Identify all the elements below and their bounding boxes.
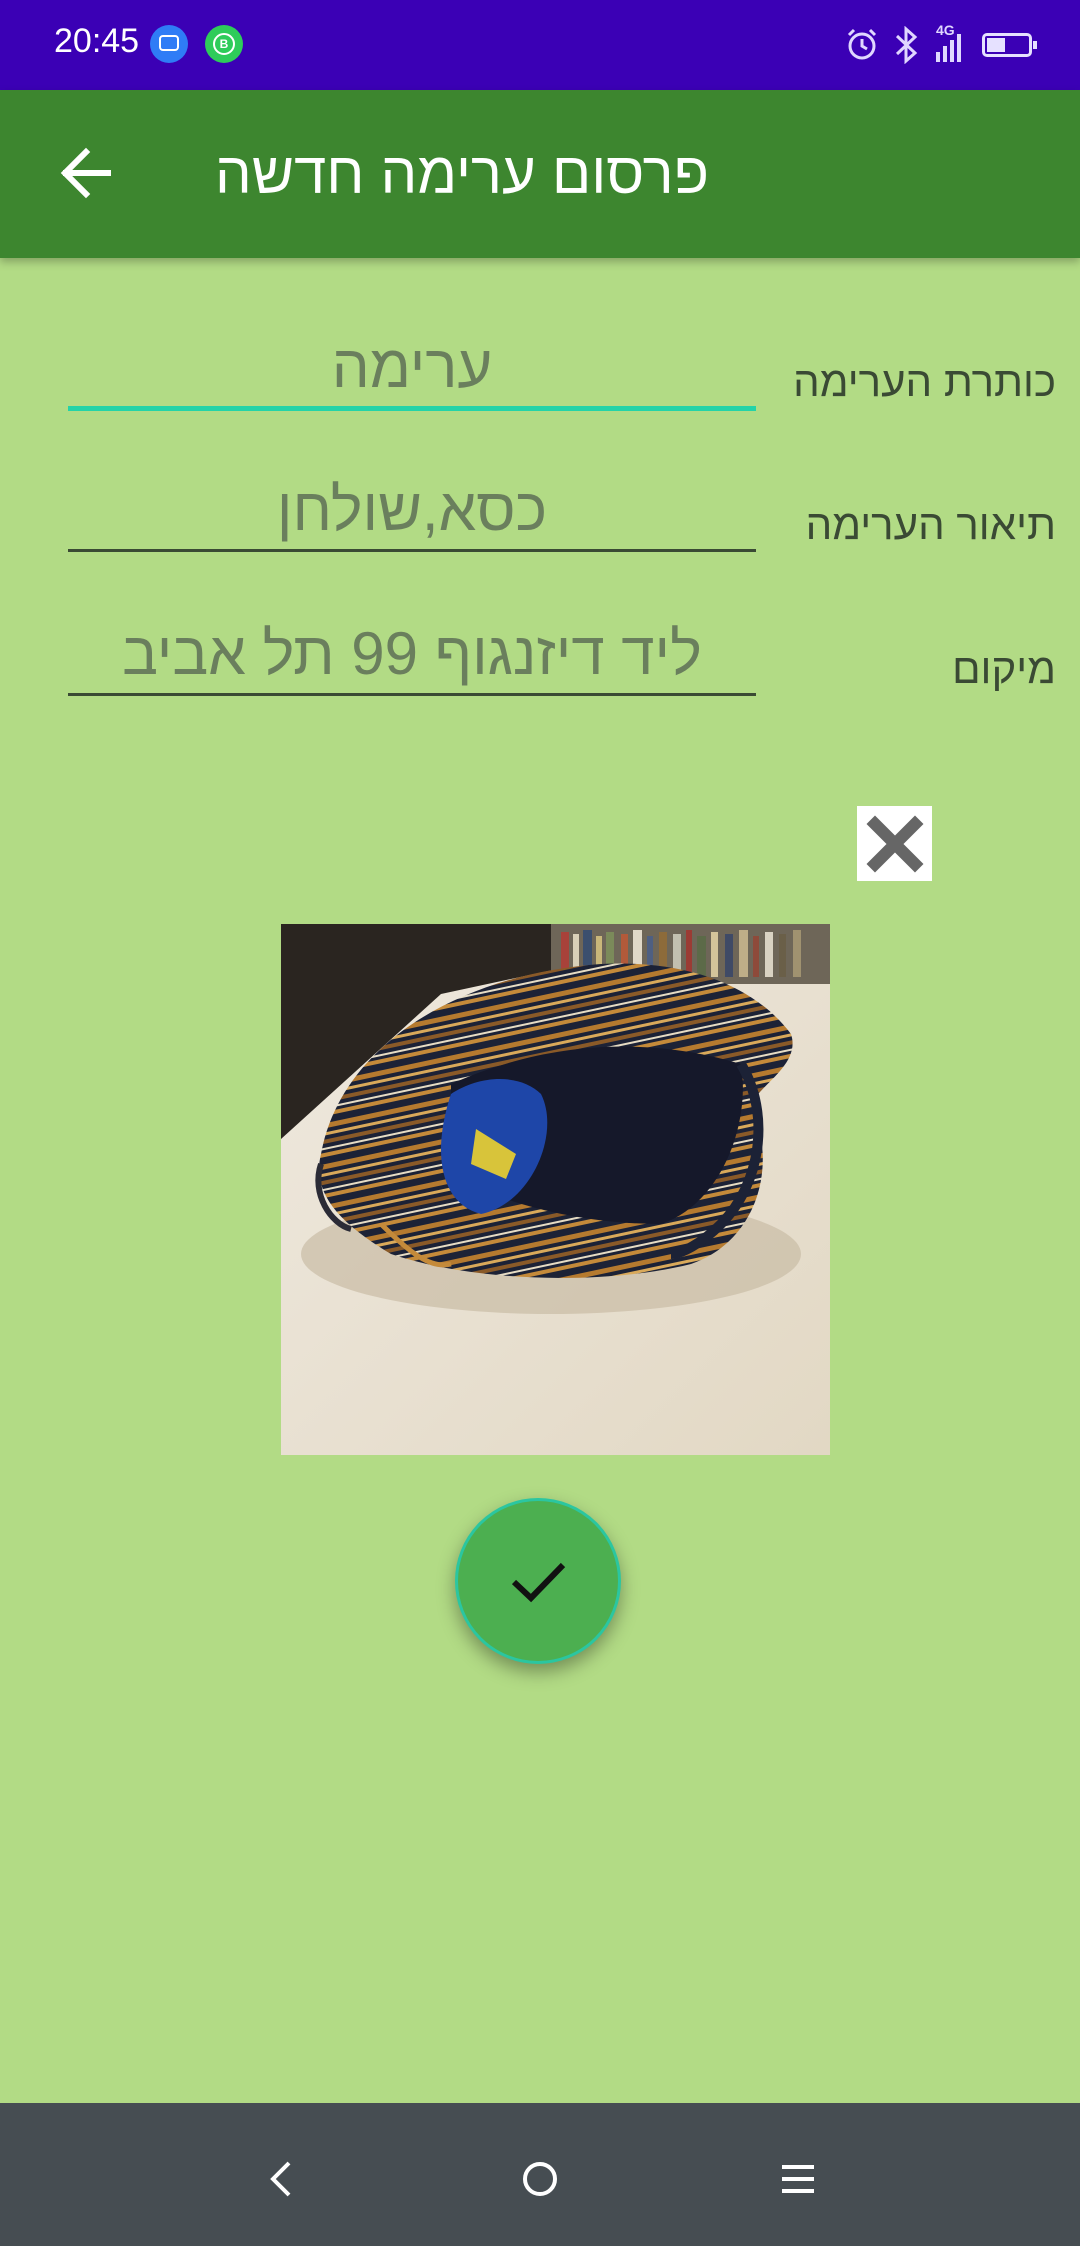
close-icon: [866, 815, 923, 872]
battery-icon: [982, 33, 1037, 57]
nav-home-button[interactable]: [500, 2139, 580, 2219]
title-label: כותרת הערימה: [793, 358, 1056, 405]
bluetooth-icon: [895, 26, 918, 64]
check-icon: [511, 1562, 566, 1603]
pile-photo: [281, 924, 830, 1455]
description-field[interactable]: כסא,שולחן: [68, 473, 756, 552]
location-row: מיקום ליד דיזנגוף 99 תל אביב: [0, 597, 1080, 707]
nav-back-button[interactable]: [242, 2139, 322, 2219]
description-row: תיאור הערימה כסא,שולחן: [0, 453, 1080, 563]
system-nav-bar: [0, 2103, 1080, 2246]
remove-image-button[interactable]: [857, 806, 932, 881]
back-icon: [270, 2161, 291, 2197]
title-row: כותרת הערימה ערימה: [0, 310, 1080, 420]
description-label: תיאור הערימה: [805, 501, 1056, 548]
status-bar: 20:45 B 4G: [0, 0, 1080, 90]
arrow-back-icon[interactable]: [52, 138, 122, 208]
home-icon: [523, 2162, 557, 2196]
messages-icon: [150, 25, 188, 63]
network-label: 4G: [936, 22, 955, 38]
submit-button[interactable]: [455, 1498, 621, 1664]
alarm-icon: [847, 28, 877, 60]
location-label: מיקום: [952, 645, 1056, 692]
location-field[interactable]: ליד דיזנגוף 99 תל אביב: [68, 617, 756, 696]
status-time: 20:45: [54, 22, 140, 60]
title-field[interactable]: ערימה: [68, 330, 756, 411]
whatsapp-business-icon: B: [205, 25, 243, 63]
menu-icon: [782, 2165, 814, 2193]
page-title: פרסום ערימה חדשה: [215, 141, 709, 206]
signal-4g-icon: 4G: [934, 22, 968, 64]
nav-menu-button[interactable]: [758, 2139, 838, 2219]
status-icons: 4G: [844, 22, 1037, 68]
app-bar: פרסום ערימה חדשה: [0, 90, 1080, 258]
